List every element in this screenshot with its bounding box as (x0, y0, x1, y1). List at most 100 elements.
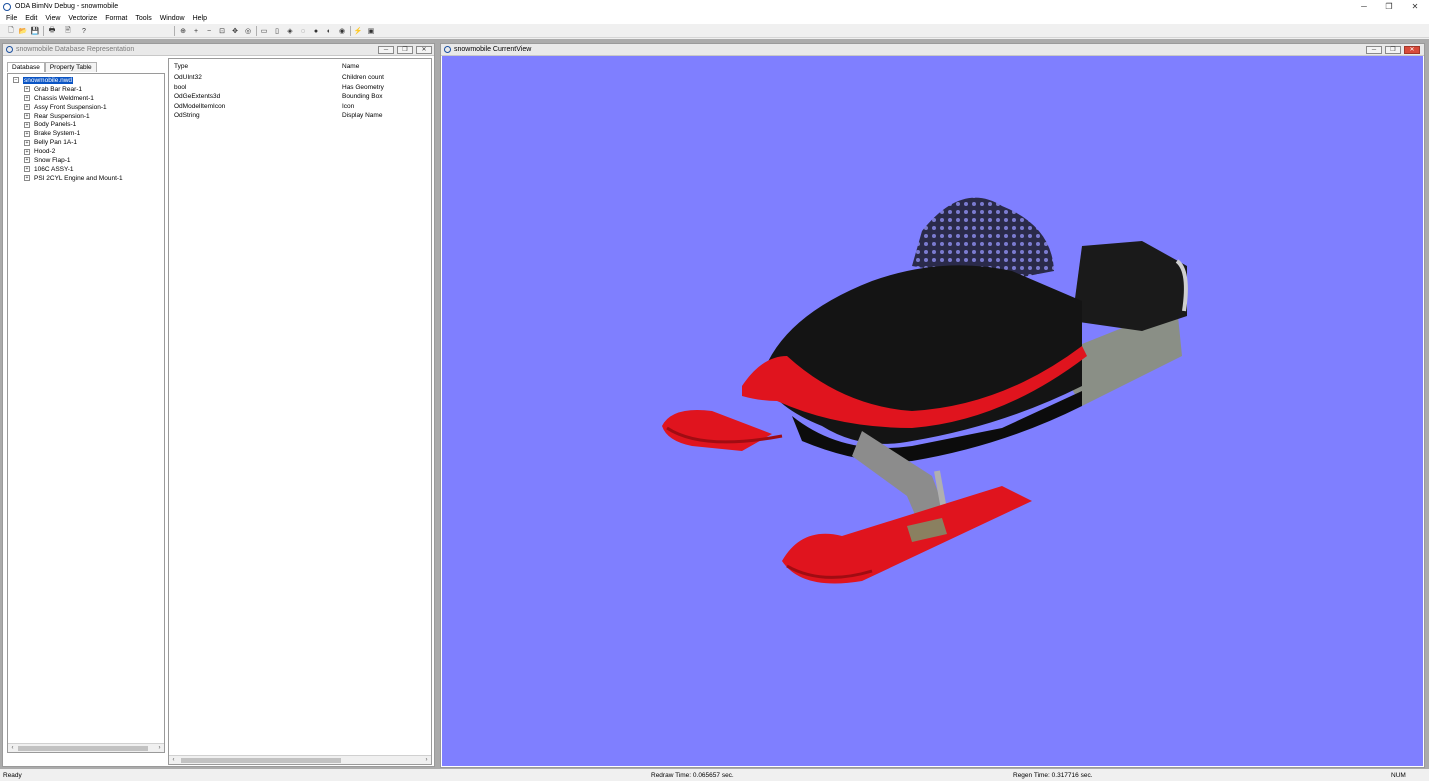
view-window-title: snowmobile CurrentView (454, 46, 532, 53)
oda-logo-icon (444, 46, 451, 53)
property-row[interactable]: OdGeExtents3d Bounding Box (174, 93, 424, 102)
toolbar-separator (350, 26, 351, 36)
db-tabs: Database Property Table (7, 62, 97, 72)
app-logo-icon (3, 2, 11, 11)
tab-database[interactable]: Database (7, 62, 45, 72)
lightning-icon[interactable]: ⚡ (353, 26, 363, 36)
tree-root[interactable]: − snowmobile.nwd (13, 76, 123, 85)
menu-format[interactable]: Format (101, 15, 131, 22)
help-icon[interactable]: ? (79, 26, 89, 36)
property-type: OdModelItemIcon (174, 102, 226, 110)
new-file-icon[interactable]: 🗋 (6, 26, 16, 36)
view-front-icon[interactable]: ▯ (272, 26, 282, 36)
tree-item[interactable]: +106C ASSY-1 (13, 165, 123, 174)
tree-item[interactable]: + Assy Front Suspension-1 (13, 103, 123, 112)
database-window-title-bar: snowmobile Database Representation ─ ❐ ✕ (3, 44, 434, 56)
open-file-icon[interactable]: 📂 (18, 26, 28, 36)
orbit-icon[interactable]: ◎ (243, 26, 253, 36)
print-icon[interactable]: 🖶 (47, 26, 57, 36)
oda-logo-icon (6, 46, 13, 53)
tree-item[interactable]: + Snow Flap-1 (13, 156, 123, 165)
menu-view[interactable]: View (41, 15, 64, 22)
shade-flat-icon[interactable]: ◐ (324, 26, 334, 36)
property-type: bool (174, 83, 187, 91)
scroll-right-icon[interactable]: › (155, 744, 164, 752)
menu-vectorize[interactable]: Vectorize (64, 15, 101, 22)
expand-icon[interactable]: + (24, 121, 30, 128)
settings-icon[interactable]: ▣ (366, 26, 376, 36)
expand-icon[interactable]: + (24, 139, 30, 146)
tree-item[interactable]: + Brake System-1 (13, 129, 123, 138)
print-preview-icon[interactable]: 🖹 (63, 26, 73, 36)
expand-icon[interactable]: + (24, 86, 30, 93)
properties-horizontal-scrollbar[interactable]: ‹ › (169, 755, 431, 764)
toolbar-separator (43, 26, 44, 36)
menu-tools[interactable]: Tools (131, 15, 155, 22)
shade-gouraud-icon[interactable]: ◉ (337, 26, 347, 36)
property-row[interactable]: OdUInt32 Children count (174, 74, 424, 83)
menu-window[interactable]: Window (156, 15, 189, 22)
expand-icon[interactable]: + (24, 175, 30, 182)
tab-property-table[interactable]: Property Table (44, 62, 97, 72)
expand-icon[interactable]: + (24, 113, 30, 119)
property-name: Has Geometry (342, 83, 384, 91)
tree-item[interactable]: + Body Panels-1 (13, 120, 123, 129)
tree-item-label: PSI 2CYL Engine and Mount-1 (34, 174, 123, 182)
view-restore-button[interactable]: ❐ (1385, 46, 1401, 54)
zoom-window-icon[interactable]: ⊡ (217, 26, 227, 36)
save-icon[interactable]: 💾 (30, 26, 40, 36)
tree-item-label: Brake System-1 (34, 130, 81, 138)
minimize-button[interactable]: ─ (1351, 0, 1377, 13)
expand-icon[interactable]: + (24, 130, 30, 137)
property-name: Bounding Box (342, 93, 383, 100)
column-header-type[interactable]: Type (174, 63, 188, 70)
view-minimize-button[interactable]: ─ (1366, 46, 1382, 54)
expand-icon[interactable]: + (24, 157, 30, 164)
collapse-icon[interactable]: − (13, 77, 19, 84)
view-iso-icon[interactable]: ◈ (285, 26, 295, 36)
scroll-left-icon[interactable]: ‹ (169, 756, 178, 764)
tree-item[interactable]: + PSI 2CYL Engine and Mount-1 (13, 174, 123, 183)
expand-icon[interactable]: + (24, 148, 30, 155)
expand-icon[interactable]: + (24, 104, 30, 111)
tree-item[interactable]: + Chassis Weldment-1 (13, 94, 123, 103)
child-close-button[interactable]: ✕ (416, 46, 432, 54)
3d-viewport[interactable] (442, 56, 1423, 766)
expand-icon[interactable]: + (24, 166, 30, 173)
zoom-extents-icon[interactable]: ⊕ (178, 26, 188, 36)
property-row[interactable]: bool Has Geometry (174, 84, 424, 93)
property-row[interactable]: OdString Display Name (174, 112, 424, 121)
tree-item-label: Snow Flap-1 (34, 156, 71, 164)
expand-icon[interactable]: + (24, 95, 30, 102)
menu-help[interactable]: Help (189, 15, 211, 22)
snowmobile-model (662, 197, 1188, 584)
child-minimize-button[interactable]: ─ (378, 46, 394, 54)
scroll-thumb[interactable] (18, 746, 148, 751)
tree-item[interactable]: + Belly Pan 1A-1 (13, 138, 123, 147)
scroll-right-icon[interactable]: › (422, 756, 431, 764)
scroll-left-icon[interactable]: ‹ (8, 744, 17, 752)
shade-wireframe-icon[interactable]: ◌ (298, 26, 308, 36)
tree-item-label: Grab Bar Rear-1 (34, 85, 83, 93)
property-row[interactable]: OdModelItemIcon Icon (174, 103, 424, 112)
child-restore-button[interactable]: ❐ (397, 46, 413, 54)
db-tree-panel: − snowmobile.nwd + Grab Bar Rear-1 + Chass… (7, 73, 165, 753)
tree-item[interactable]: + Rear Suspension-1 (13, 112, 123, 121)
view-close-button[interactable]: ✕ (1404, 46, 1420, 54)
view-top-icon[interactable]: ▭ (259, 26, 269, 36)
tree-item[interactable]: + Grab Bar Rear-1 (13, 85, 123, 94)
shade-hidden-icon[interactable]: ● (311, 26, 321, 36)
menu-file[interactable]: File (2, 15, 21, 22)
restore-button[interactable]: ❐ (1376, 0, 1402, 13)
tree-horizontal-scrollbar[interactable]: ‹ › (8, 743, 164, 752)
column-header-name[interactable]: Name (342, 63, 359, 70)
pan-icon[interactable]: ✥ (230, 26, 240, 36)
tree-item[interactable]: + Hood-2 (13, 147, 123, 156)
close-button[interactable]: ✕ (1402, 0, 1428, 13)
menu-edit[interactable]: Edit (21, 15, 41, 22)
status-redraw-time: Redraw Time: 0.065657 sec. (651, 772, 734, 779)
zoom-in-icon[interactable]: + (191, 26, 201, 36)
scroll-thumb[interactable] (181, 758, 341, 763)
property-type: OdString (174, 112, 200, 119)
zoom-out-icon[interactable]: − (204, 26, 214, 36)
